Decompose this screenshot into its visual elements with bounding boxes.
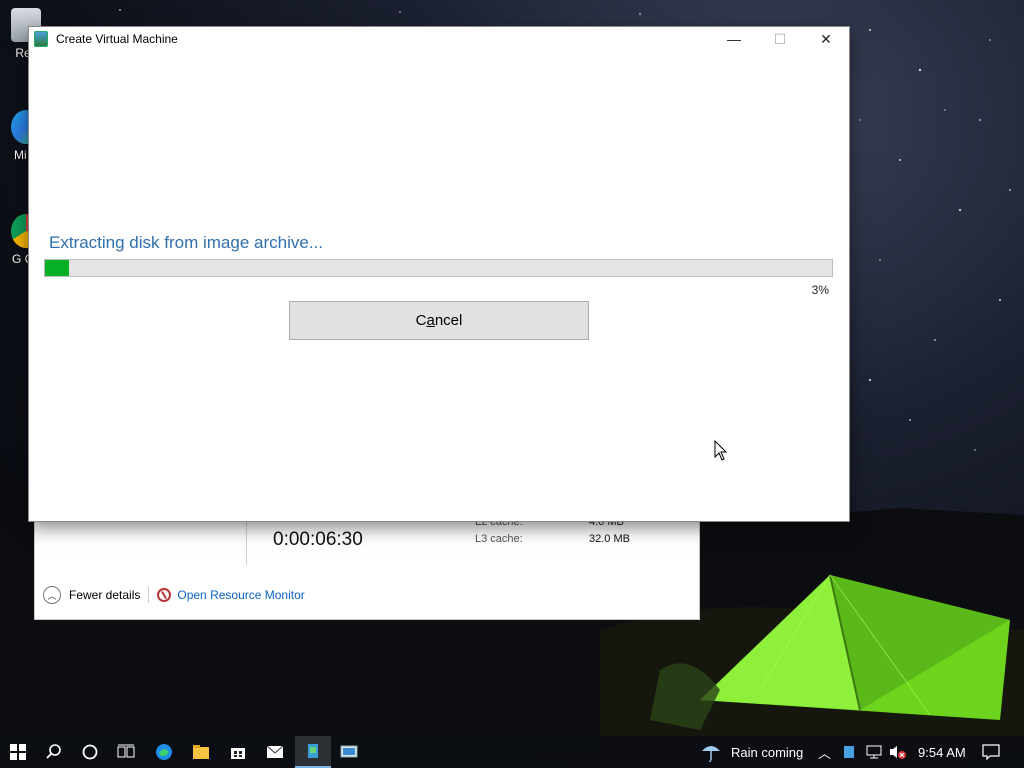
minimize-button[interactable]: — (711, 27, 757, 51)
tray-app-icon (844, 746, 854, 758)
chevron-up-icon[interactable]: ︿ (43, 586, 61, 604)
notifications-icon (982, 744, 1000, 760)
cancel-mnemonic: a (426, 312, 435, 329)
volume-button[interactable] (889, 736, 907, 768)
search-icon (46, 744, 61, 759)
title-bar[interactable]: Create Virtual Machine — ☐ ✕ (29, 27, 849, 51)
tray-app-icon-button[interactable] (844, 736, 854, 768)
clock[interactable]: 9:54 AM (918, 736, 966, 768)
file-explorer-icon (193, 745, 209, 759)
cortana-button[interactable] (72, 736, 108, 768)
edge-icon (156, 744, 172, 760)
mouse-cursor-icon (714, 440, 728, 461)
chevron-up-icon: ︿ (818, 745, 832, 761)
task-view-icon (117, 744, 135, 758)
hyperv-manager-taskbar-button[interactable] (331, 736, 367, 768)
show-hidden-icons-button[interactable]: ︿ (818, 736, 831, 768)
start-button[interactable] (0, 736, 36, 768)
open-resource-monitor-link[interactable]: Open Resource Monitor (177, 588, 304, 602)
store-icon (231, 748, 245, 759)
mail-icon (266, 745, 284, 758)
status-text: Extracting disk from image archive... (49, 233, 323, 252)
task-view-button[interactable] (108, 736, 144, 768)
progress-bar (44, 259, 833, 277)
mail-button[interactable] (257, 736, 293, 768)
weather-text: Rain coming (731, 744, 804, 760)
fewer-details-link[interactable]: Fewer details (69, 588, 140, 602)
vm-app-icon (34, 31, 48, 47)
progress-percent-label: 3% (811, 283, 829, 297)
l3-cache-value: 32.0 MB (589, 533, 630, 545)
uptime-value: 0:00:06:30 (273, 529, 363, 550)
task-manager-window: 0:00:06:30 L2 cache: 4.0 MB L3 cache: 32… (34, 516, 700, 620)
start-icon (10, 744, 26, 760)
volume-muted-icon (890, 746, 906, 759)
network-button[interactable] (866, 736, 882, 768)
vm-app-taskbar-button[interactable] (295, 736, 331, 768)
cancel-label-part: ncel (434, 312, 463, 329)
progress-fill (45, 260, 69, 276)
file-explorer-button[interactable] (183, 736, 219, 768)
divider (246, 521, 247, 565)
store-button[interactable] (220, 736, 256, 768)
task-manager-footer: ︿ Fewer details Open Resource Monitor (43, 585, 305, 605)
cancel-label-part: C (415, 312, 427, 329)
window-title: Create Virtual Machine (56, 32, 178, 46)
network-icon (866, 745, 882, 759)
search-button[interactable] (36, 736, 72, 768)
taskbar: Rain coming ︿ 9:54 AM (0, 736, 1024, 768)
resource-monitor-icon (157, 588, 172, 602)
maximize-button[interactable]: ☐ (757, 27, 803, 51)
vm-app-icon (308, 744, 318, 758)
hyperv-manager-icon (340, 745, 358, 758)
cancel-button[interactable]: Ca ncel (289, 301, 589, 340)
cortana-icon (82, 744, 98, 760)
weather-widget[interactable]: Rain coming (700, 736, 803, 768)
l3-cache-label: L3 cache: (475, 533, 523, 545)
divider (148, 587, 150, 603)
action-center-button[interactable] (982, 736, 1000, 768)
clock-time: 9:54 AM (918, 744, 966, 760)
umbrella-icon (702, 746, 720, 762)
close-button[interactable]: ✕ (803, 27, 849, 51)
edge-taskbar-button[interactable] (146, 736, 182, 768)
